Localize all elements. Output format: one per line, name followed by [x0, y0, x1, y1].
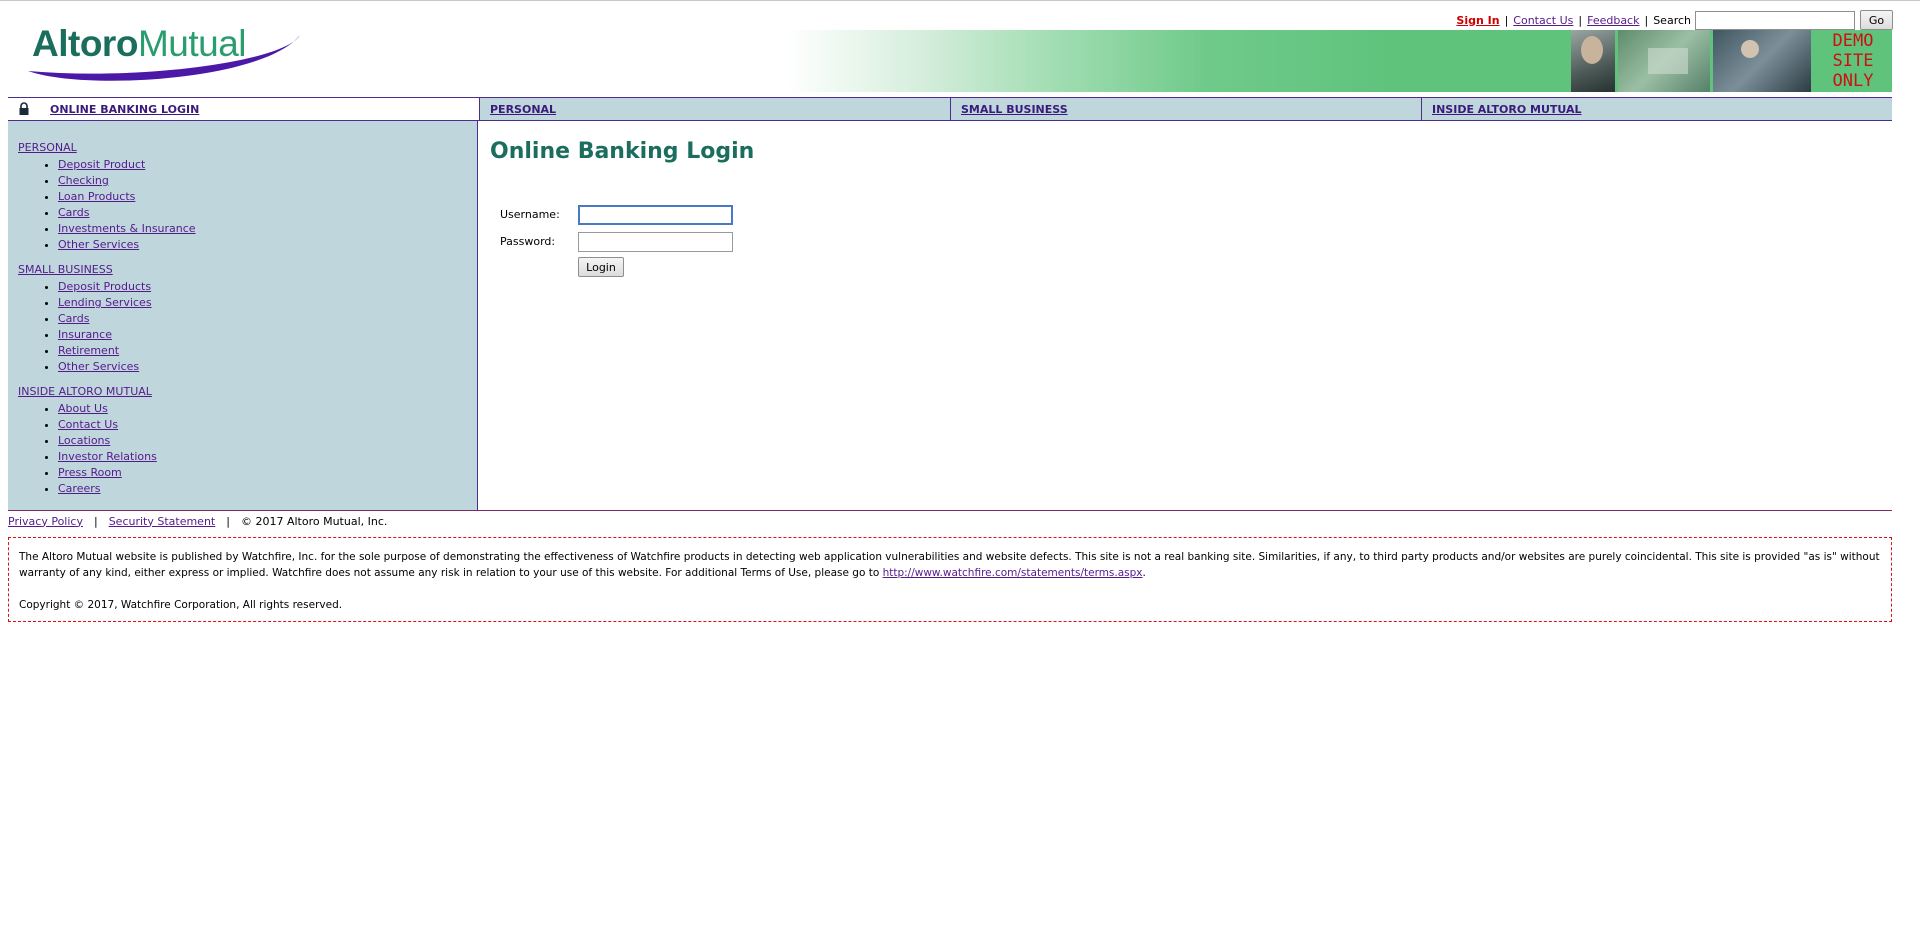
sidebar-item-other-services[interactable]: Other Services [58, 238, 139, 251]
sidebar-item-locations[interactable]: Locations [58, 434, 110, 447]
search-label: Search [1653, 13, 1691, 27]
sidebar-item-about-us[interactable]: About Us [58, 402, 108, 415]
list-item: Contact Us [58, 417, 477, 433]
banner-photo-hands [1618, 30, 1710, 92]
lock-icon [18, 102, 36, 116]
separator: | [1644, 13, 1649, 27]
sidebar-item-contact-us[interactable]: Contact Us [58, 418, 118, 431]
sidebar-item-cards[interactable]: Cards [58, 206, 89, 219]
username-label: Username: [500, 208, 560, 221]
list-item: Cards [58, 205, 477, 221]
footer-copyright: © 2017 Altoro Mutual, Inc. [240, 514, 388, 528]
feedback-link[interactable]: Feedback [1587, 14, 1639, 27]
sidebar-item-cards[interactable]: Cards [58, 312, 89, 325]
demo-text-line-3: ONLY [1832, 71, 1874, 91]
tab-online-banking-login[interactable]: ONLINE BANKING LOGIN [8, 98, 479, 120]
sidebar-item-other-services[interactable]: Other Services [58, 360, 139, 373]
sidebar-item-careers[interactable]: Careers [58, 482, 101, 495]
sidebar-list-small-business: Deposit Products Lending Services Cards … [18, 279, 477, 375]
sidebar: PERSONAL Deposit Product Checking Loan P… [8, 121, 478, 510]
sidebar-list-inside-altoro: About Us Contact Us Locations Investor R… [18, 401, 477, 497]
sidebar-section-inside-altoro-mutual[interactable]: INSIDE ALTORO MUTUAL [18, 385, 477, 398]
separator: | [1504, 13, 1509, 27]
footer-divider [8, 510, 1892, 511]
sidebar-item-deposit-products[interactable]: Deposit Products [58, 280, 151, 293]
demo-text-line-2: SITE [1832, 51, 1874, 71]
list-item: Checking [58, 173, 477, 189]
tab-label[interactable]: PERSONAL [490, 103, 556, 116]
demo-site-badge: DEMO SITE ONLY [1814, 30, 1892, 92]
search-go-button[interactable]: Go [1860, 10, 1893, 30]
sidebar-item-deposit-product[interactable]: Deposit Product [58, 158, 145, 171]
altoro-mutual-logo[interactable]: AltoroMutual [24, 21, 304, 81]
list-item: Loan Products [58, 189, 477, 205]
contact-us-link[interactable]: Contact Us [1513, 14, 1573, 27]
sidebar-item-checking[interactable]: Checking [58, 174, 109, 187]
list-item: Retirement [58, 343, 477, 359]
top-links-bar: Sign In | Contact Us | Feedback | Search… [1456, 9, 1893, 31]
banner-photo-woman [1571, 30, 1615, 92]
login-button[interactable]: Login [578, 257, 624, 277]
sign-in-link[interactable]: Sign In [1456, 14, 1499, 27]
security-statement-link[interactable]: Security Statement [109, 515, 216, 528]
list-item: Other Services [58, 359, 477, 375]
sidebar-item-retirement[interactable]: Retirement [58, 344, 119, 357]
password-label: Password: [500, 235, 556, 248]
banner-photo-business-meeting [1713, 30, 1811, 92]
sidebar-list-personal: Deposit Product Checking Loan Products C… [18, 157, 477, 253]
tab-label[interactable]: SMALL BUSINESS [961, 103, 1068, 116]
list-item: Lending Services [58, 295, 477, 311]
footer-links: Privacy Policy | Security Statement | © … [8, 513, 387, 529]
list-item: Cards [58, 311, 477, 327]
terms-of-use-link[interactable]: http://www.watchfire.com/statements/term… [883, 567, 1143, 579]
tab-personal[interactable]: PERSONAL [479, 98, 950, 120]
list-item: About Us [58, 401, 477, 417]
disclaimer-copyright: Copyright © 2017, Watchfire Corporation,… [19, 599, 343, 611]
separator: | [226, 514, 230, 528]
tab-label[interactable]: INSIDE ALTORO MUTUAL [1432, 103, 1582, 116]
list-item: Investor Relations [58, 449, 477, 465]
sidebar-item-loan-products[interactable]: Loan Products [58, 190, 135, 203]
disclaimer-box: The Altoro Mutual website is published b… [8, 537, 1892, 622]
main-content: Online Banking Login Username: Password:… [490, 121, 1890, 510]
list-item: Other Services [58, 237, 477, 253]
page: AltoroMutual Sign In | Contact Us | Feed… [0, 1, 1920, 935]
logo-text-altoro: Altoro [32, 23, 138, 64]
sidebar-section-small-business[interactable]: SMALL BUSINESS [18, 263, 477, 276]
tab-inside-altoro-mutual[interactable]: INSIDE ALTORO MUTUAL [1421, 98, 1892, 120]
sidebar-item-investor-relations[interactable]: Investor Relations [58, 450, 157, 463]
list-item: Careers [58, 481, 477, 497]
login-form: Username: Password: Login [500, 201, 733, 277]
privacy-policy-link[interactable]: Privacy Policy [8, 515, 83, 528]
password-field[interactable] [578, 231, 733, 252]
separator: | [93, 514, 98, 528]
demo-text-line-1: DEMO [1832, 31, 1874, 51]
sidebar-item-insurance[interactable]: Insurance [58, 328, 112, 341]
logo-text-mutual: Mutual [137, 23, 247, 64]
list-item: Locations [58, 433, 477, 449]
sidebar-section-personal[interactable]: PERSONAL [18, 141, 477, 154]
header-banner: DEMO SITE ONLY [786, 30, 1892, 92]
tab-small-business[interactable]: SMALL BUSINESS [950, 98, 1421, 120]
list-item: Deposit Products [58, 279, 477, 295]
banner-photos: DEMO SITE ONLY [1568, 30, 1892, 92]
sidebar-item-press-room[interactable]: Press Room [58, 466, 122, 479]
tab-label[interactable]: ONLINE BANKING LOGIN [50, 103, 199, 116]
sidebar-item-investments-insurance[interactable]: Investments & Insurance [58, 222, 196, 235]
list-item: Insurance [58, 327, 477, 343]
list-item: Investments & Insurance [58, 221, 477, 237]
username-field[interactable] [578, 204, 733, 225]
separator: | [1578, 13, 1583, 27]
search-input[interactable] [1695, 10, 1855, 30]
list-item: Deposit Product [58, 157, 477, 173]
page-title: Online Banking Login [490, 139, 755, 164]
main-tab-bar: ONLINE BANKING LOGIN PERSONAL SMALL BUSI… [8, 97, 1892, 121]
sidebar-item-lending-services[interactable]: Lending Services [58, 296, 152, 309]
list-item: Press Room [58, 465, 477, 481]
disclaimer-text: The Altoro Mutual website is published b… [19, 551, 1880, 579]
